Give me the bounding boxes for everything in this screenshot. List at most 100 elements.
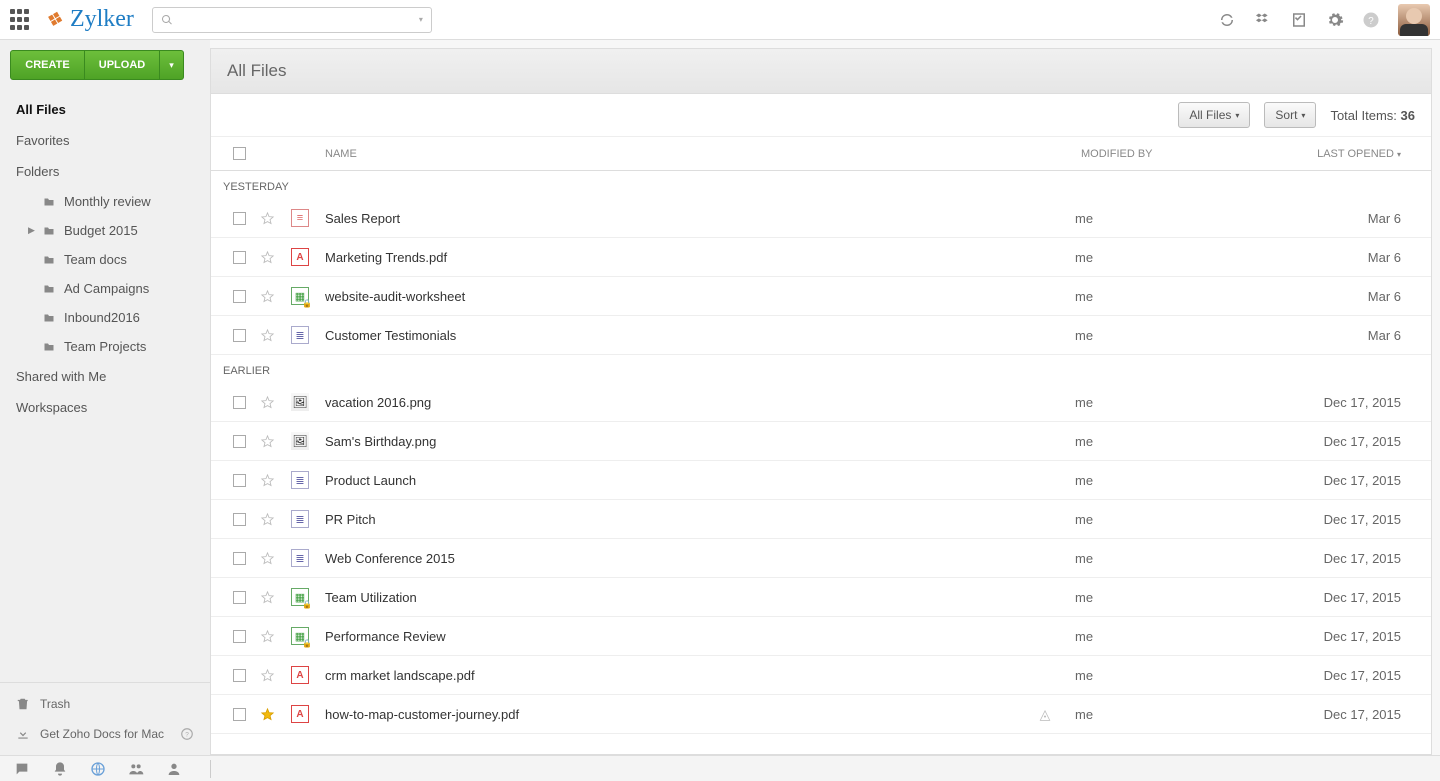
globe-icon[interactable] (90, 761, 106, 777)
row-checkbox[interactable] (233, 329, 246, 342)
row-checkbox[interactable] (233, 212, 246, 225)
file-row[interactable]: Marketing Trends.pdfmeMar 6 (211, 238, 1431, 277)
search-dropdown-caret[interactable]: ▾ (419, 15, 423, 24)
row-checkbox[interactable] (233, 396, 246, 409)
create-button[interactable]: CREATE (10, 50, 85, 80)
sidebar-folder[interactable]: Team Projects (0, 332, 210, 361)
favorite-star[interactable] (259, 433, 275, 449)
tasks-icon[interactable] (1290, 11, 1308, 29)
sidebar-folder[interactable]: Team docs (0, 245, 210, 274)
sidebar-item[interactable]: Favorites (0, 125, 210, 156)
row-checkbox[interactable] (233, 513, 246, 526)
sidebar-trash[interactable]: Trash (0, 689, 210, 719)
expand-icon[interactable]: ▶ (28, 225, 35, 236)
user-avatar[interactable] (1398, 4, 1430, 36)
file-row[interactable]: crm market landscape.pdfmeDec 17, 2015 (211, 656, 1431, 695)
row-checkbox[interactable] (233, 630, 246, 643)
file-name[interactable]: Customer Testimonials (325, 328, 1015, 343)
divider (210, 760, 211, 778)
sidebar-folder[interactable]: Ad Campaigns (0, 274, 210, 303)
row-checkbox[interactable] (233, 669, 246, 682)
folder-label: Ad Campaigns (64, 281, 149, 296)
favorite-star[interactable] (259, 628, 275, 644)
row-checkbox[interactable] (233, 435, 246, 448)
file-row[interactable]: how-to-map-customer-journey.pdf◬meDec 17… (211, 695, 1431, 734)
favorite-star[interactable] (259, 511, 275, 527)
sidebar-item[interactable]: Shared with Me (0, 361, 210, 392)
file-name[interactable]: PR Pitch (325, 512, 1015, 527)
sidebar-item[interactable]: All Files (0, 94, 210, 125)
row-checkbox[interactable] (233, 251, 246, 264)
file-row[interactable]: Customer TestimonialsmeMar 6 (211, 316, 1431, 355)
file-row[interactable]: vacation 2016.pngmeDec 17, 2015 (211, 383, 1431, 422)
file-row[interactable]: Performance ReviewmeDec 17, 2015 (211, 617, 1431, 656)
settings-icon[interactable] (1326, 11, 1344, 29)
bottombar (0, 755, 1440, 781)
help-icon[interactable]: ? (1362, 11, 1380, 29)
row-checkbox[interactable] (233, 474, 246, 487)
file-name[interactable]: Web Conference 2015 (325, 551, 1015, 566)
upload-more-button[interactable]: ▾ (160, 50, 184, 80)
file-row[interactable]: PR PitchmeDec 17, 2015 (211, 500, 1431, 539)
favorite-star[interactable] (259, 472, 275, 488)
favorite-star[interactable] (259, 249, 275, 265)
file-row[interactable]: Team UtilizationmeDec 17, 2015 (211, 578, 1431, 617)
dropbox-icon[interactable] (1254, 11, 1272, 29)
file-name[interactable]: how-to-map-customer-journey.pdf (325, 707, 1015, 722)
search-input[interactable] (179, 13, 419, 27)
file-type-icon (291, 326, 309, 344)
sync-icon[interactable] (1218, 11, 1236, 29)
sidebar-folder[interactable]: Inbound2016 (0, 303, 210, 332)
info-icon[interactable]: ? (180, 727, 194, 741)
file-type-icon (291, 287, 309, 305)
sidebar-folder[interactable]: ▶Budget 2015 (0, 216, 210, 245)
row-checkbox[interactable] (233, 552, 246, 565)
select-all-checkbox[interactable] (233, 147, 246, 160)
row-checkbox[interactable] (233, 708, 246, 721)
favorite-star[interactable] (259, 589, 275, 605)
sidebar-get-mac[interactable]: Get Zoho Docs for Mac ? (0, 719, 210, 749)
sort-dropdown[interactable]: Sort▾ (1264, 102, 1316, 128)
logo-mark-icon: ❖ (43, 5, 67, 34)
file-name[interactable]: Product Launch (325, 473, 1015, 488)
brand-logo[interactable]: ❖ Zylker (46, 6, 134, 33)
row-checkbox[interactable] (233, 290, 246, 303)
favorite-star[interactable] (259, 394, 275, 410)
col-name[interactable]: NAME (325, 148, 1015, 160)
favorite-star[interactable] (259, 210, 275, 226)
file-row[interactable]: Sam's Birthday.pngmeDec 17, 2015 (211, 422, 1431, 461)
file-row[interactable]: Product LaunchmeDec 17, 2015 (211, 461, 1431, 500)
file-name[interactable]: Sam's Birthday.png (325, 434, 1015, 449)
chat-icon[interactable] (14, 761, 30, 777)
search-box[interactable]: ▾ (152, 7, 432, 33)
file-name[interactable]: Performance Review (325, 629, 1015, 644)
app-launcher-icon[interactable] (10, 9, 32, 31)
contacts-icon[interactable] (128, 761, 144, 777)
file-row[interactable]: website-audit-worksheetmeMar 6 (211, 277, 1431, 316)
upload-button[interactable]: UPLOAD (85, 50, 160, 80)
file-row[interactable]: Sales ReportmeMar 6 (211, 199, 1431, 238)
col-modified[interactable]: MODIFIED BY (1075, 148, 1235, 160)
notification-icon[interactable] (52, 761, 68, 777)
favorite-star[interactable] (259, 706, 275, 722)
modified-by: me (1075, 629, 1235, 644)
favorite-star[interactable] (259, 667, 275, 683)
row-checkbox[interactable] (233, 591, 246, 604)
favorite-star[interactable] (259, 288, 275, 304)
modified-by: me (1075, 211, 1235, 226)
file-name[interactable]: website-audit-worksheet (325, 289, 1015, 304)
favorite-star[interactable] (259, 327, 275, 343)
favorite-star[interactable] (259, 550, 275, 566)
sidebar-item[interactable]: Folders (0, 156, 210, 187)
file-name[interactable]: Sales Report (325, 211, 1015, 226)
person-icon[interactable] (166, 761, 182, 777)
sidebar-folder[interactable]: Monthly review (0, 187, 210, 216)
filter-dropdown[interactable]: All Files▾ (1178, 102, 1250, 128)
file-name[interactable]: crm market landscape.pdf (325, 668, 1015, 683)
sidebar-item[interactable]: Workspaces (0, 392, 210, 423)
col-opened[interactable]: LAST OPENED ▾ (1235, 148, 1415, 160)
file-name[interactable]: vacation 2016.png (325, 395, 1015, 410)
file-row[interactable]: Web Conference 2015meDec 17, 2015 (211, 539, 1431, 578)
file-name[interactable]: Marketing Trends.pdf (325, 250, 1015, 265)
file-name[interactable]: Team Utilization (325, 590, 1015, 605)
